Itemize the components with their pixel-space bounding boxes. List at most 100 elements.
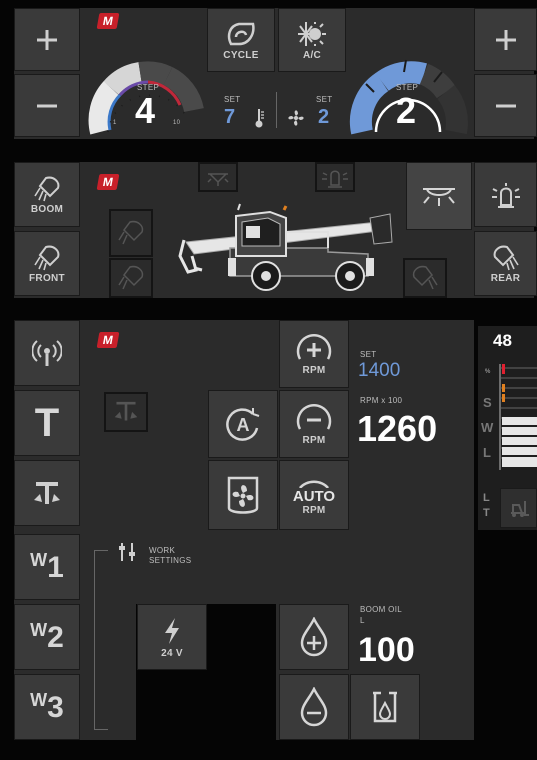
auto-rpm-button[interactable]: AUTO RPM	[279, 460, 349, 530]
lt-l-label: L	[483, 492, 490, 504]
oil-drop-plus-icon	[300, 617, 328, 657]
thermometer-icon	[255, 109, 264, 128]
t-mode-button[interactable]: T	[14, 390, 80, 456]
fan-step-value: 2	[396, 90, 417, 131]
boom-oil-plus-button[interactable]	[279, 604, 349, 670]
front-light-button[interactable]: FRONT	[14, 231, 80, 296]
rpm-minus-label: RPM	[302, 434, 326, 446]
boom-oil-value: 100	[358, 631, 415, 669]
boom-oil-unit: L	[360, 616, 365, 625]
t-label: T	[34, 400, 60, 445]
antenna-icon	[32, 340, 62, 366]
sliders-icon	[119, 543, 135, 561]
beacon-button[interactable]	[474, 162, 537, 227]
rpm-set-value: 1400	[358, 360, 401, 381]
auto-rpm-label: RPM	[302, 505, 326, 516]
beacon-small-icon	[322, 170, 348, 188]
ac-label: A/C	[302, 49, 322, 61]
oil-drop-minus-icon	[300, 687, 328, 727]
w2-text: W2	[30, 620, 64, 655]
lt-t-label: T	[483, 507, 490, 519]
float-mode-button[interactable]	[14, 460, 80, 526]
float-small-icon	[114, 401, 138, 421]
load-pct-label: %	[485, 369, 491, 375]
auto-a-icon: A	[226, 408, 260, 441]
rpm-gauge-icon	[298, 480, 330, 488]
heat-set-value: 7	[224, 106, 236, 128]
rpm-set-label: SET	[360, 350, 377, 359]
fan-plus-button[interactable]	[474, 8, 537, 71]
radio-button[interactable]	[14, 320, 80, 386]
boom-label: BOOM	[30, 204, 64, 215]
rear-label: REAR	[490, 273, 521, 284]
snow-sun-icon	[298, 21, 326, 46]
fan-set-value: 2	[318, 106, 330, 128]
float-icon	[34, 482, 60, 504]
oil-tank-icon	[373, 691, 397, 723]
heat-set-label: SET	[224, 95, 241, 104]
ac-button[interactable]: A/C	[278, 8, 346, 72]
rpm-plus-button[interactable]: RPM	[279, 320, 349, 388]
minus-icon	[37, 104, 57, 107]
plus-icon	[495, 29, 516, 50]
fan-icon	[288, 110, 304, 126]
front-label: FRONT	[29, 273, 65, 284]
w1-text: W1	[30, 550, 64, 585]
forklift-icon	[510, 501, 529, 517]
engine-fan-icon	[227, 476, 259, 514]
work-light-icon	[34, 176, 60, 202]
w3-letter: W	[30, 689, 48, 710]
battery-voltage-button[interactable]: 24 V	[137, 604, 207, 670]
plus-icon	[37, 29, 57, 50]
cycle-button[interactable]: CYCLE	[207, 8, 275, 72]
w2-letter: W	[30, 619, 48, 640]
load-bar-gauge	[499, 364, 537, 470]
auto-label: AUTO	[292, 488, 336, 505]
boom-oil-label: BOOM OIL	[360, 605, 402, 614]
front-light-small-icon	[118, 265, 144, 290]
svg-text:A: A	[237, 415, 250, 435]
cab-roof-light-icon	[423, 188, 455, 206]
w1-number: 1	[47, 550, 64, 584]
lightning-icon	[165, 617, 179, 644]
fan-minus-button[interactable]	[474, 74, 537, 137]
cycle-label: CYCLE	[223, 49, 259, 61]
rpm-value: 1260	[357, 408, 438, 449]
lifting-mode-button[interactable]	[500, 488, 537, 528]
heat-scale-max: 10	[173, 120, 181, 126]
load-value: 48	[493, 331, 512, 350]
rear-light-button[interactable]: REAR	[474, 231, 537, 296]
minus-icon	[495, 104, 516, 107]
fan-set-label: SET	[316, 95, 333, 104]
beacon-icon	[491, 182, 520, 208]
brand-logo: M	[96, 13, 120, 29]
w3-button[interactable]: W3	[14, 674, 80, 740]
boom-light-button[interactable]: BOOM	[14, 162, 80, 227]
rear-light-icon	[493, 245, 519, 271]
fan-reverse-button[interactable]	[208, 460, 278, 530]
load-letter-l: L	[483, 445, 491, 460]
set-divider	[276, 92, 277, 128]
voltage-label: 24 V	[161, 647, 183, 659]
heat-plus-button[interactable]	[14, 8, 80, 71]
recirculation-icon	[227, 22, 255, 45]
front-light-icon	[34, 245, 60, 271]
brand-logo: M	[96, 174, 120, 190]
boom-oil-minus-button[interactable]	[279, 674, 349, 740]
heat-scale-min: 1	[113, 120, 117, 126]
load-letter-w: W	[481, 420, 494, 435]
oil-tank-button[interactable]	[350, 674, 420, 740]
boom-light-small-icon	[118, 220, 144, 245]
load-letter-s: S	[483, 395, 492, 410]
telehandler-image	[178, 203, 393, 291]
w2-button[interactable]: W2	[14, 604, 80, 670]
rpm-minus-button[interactable]: RPM	[279, 390, 349, 458]
brand-logo: M	[96, 332, 120, 348]
heat-step-value: 4	[135, 90, 156, 131]
auto-mode-button[interactable]: A	[208, 390, 278, 458]
work-settings-label: WORK SETTINGS	[149, 546, 192, 565]
rpm-caption: RPM x 100	[360, 396, 403, 405]
w1-button[interactable]: W1	[14, 534, 80, 600]
rpm-minus-icon	[296, 403, 332, 430]
heat-minus-button[interactable]	[14, 74, 80, 137]
